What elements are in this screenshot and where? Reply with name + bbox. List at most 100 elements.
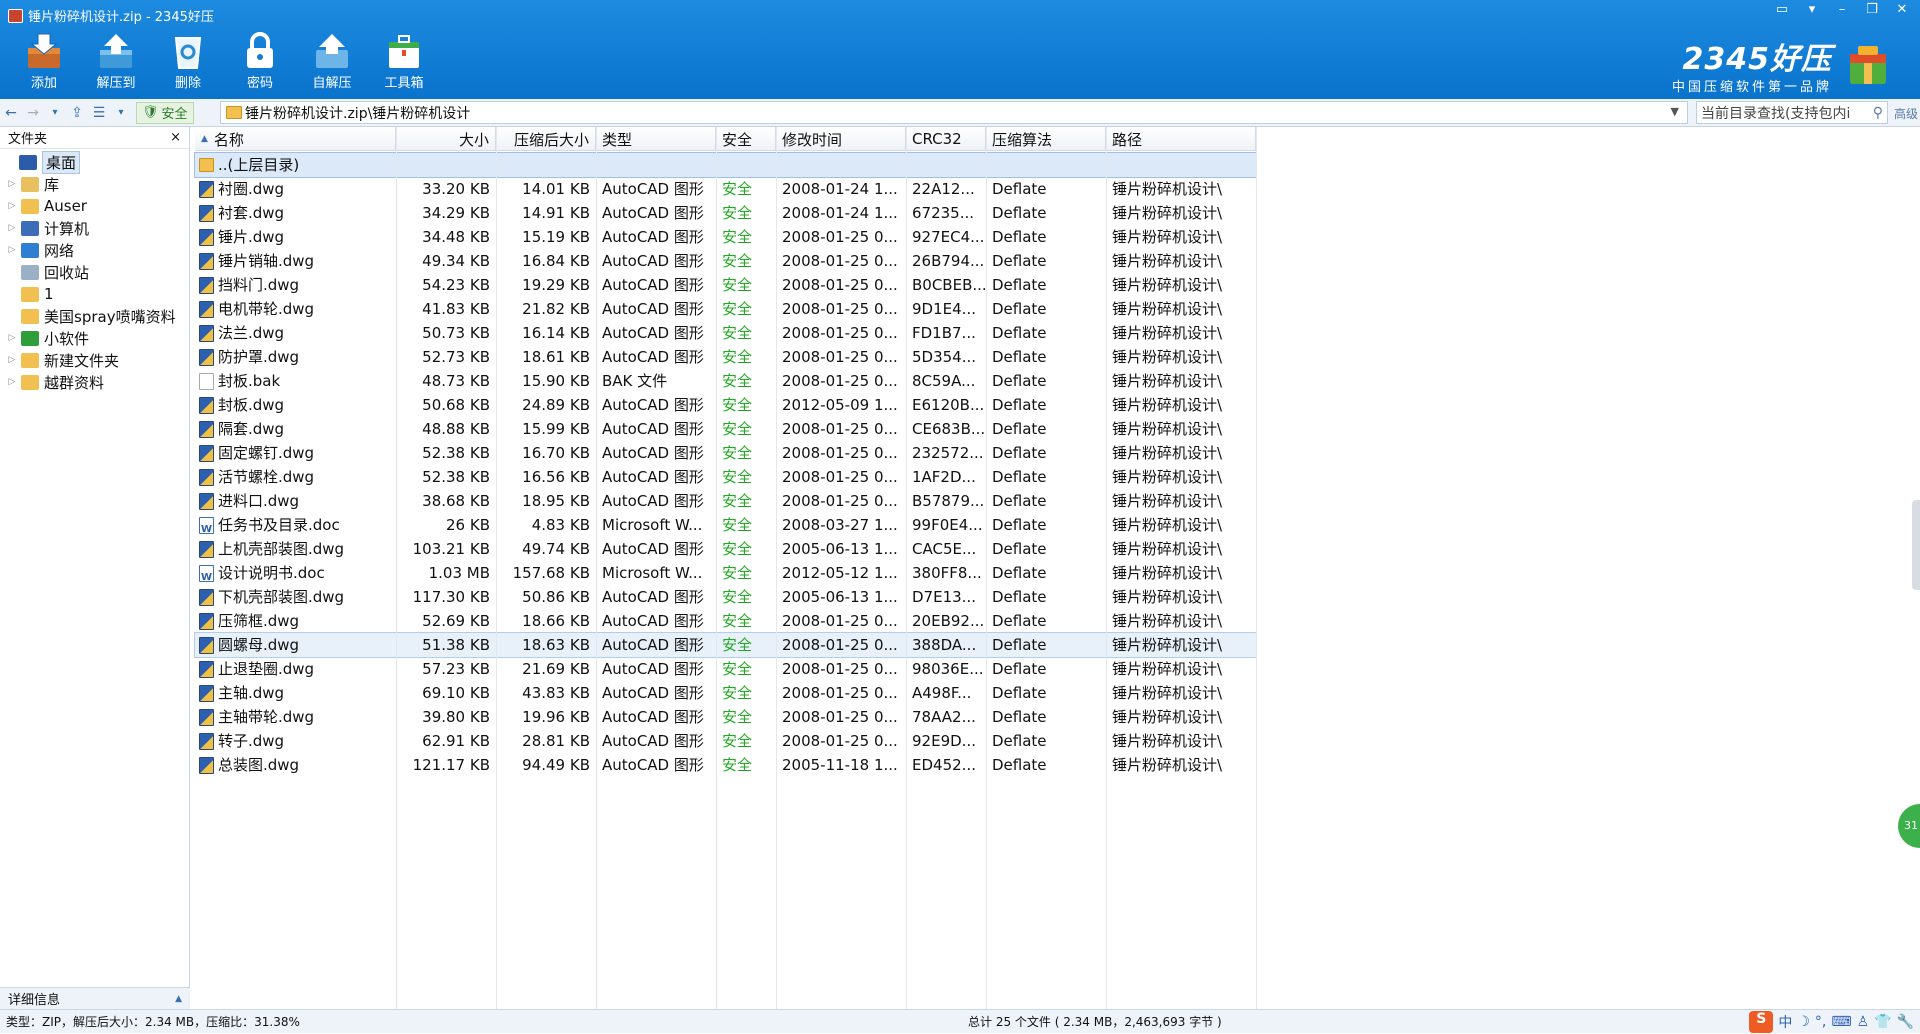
column-header-cell[interactable]: CRC32 [906, 127, 986, 151]
advanced-search-link[interactable]: 高级 [1894, 105, 1918, 122]
sidebar-item[interactable]: ▷ Auser [0, 195, 189, 217]
chat-icon[interactable]: ▭ [1774, 2, 1790, 17]
path-cell: 锤片粉碎机设计\ [1112, 348, 1223, 366]
add-button[interactable]: 添加 [22, 28, 66, 91]
table-row[interactable]: 进料口.dwg 38.68 KB 18.95 KB AutoCAD 图形 安全 2008-… [195, 489, 1256, 513]
column-header-cell[interactable]: 压缩后大小 [496, 127, 596, 151]
name-cell: 圆螺母.dwg [195, 633, 396, 657]
column-header-label: 修改时间 [782, 130, 843, 149]
sogou-logo-icon[interactable]: S [1749, 1011, 1774, 1033]
parent-directory-row[interactable]: ..(上层目录) [194, 152, 1257, 178]
security-button[interactable]: 🛡 安全 [136, 101, 194, 124]
column-header-cell[interactable]: 大小 [396, 127, 496, 151]
table-row[interactable]: 主轴.dwg 69.10 KB 43.83 KB AutoCAD 图形 安全 2008-0… [195, 681, 1256, 705]
table-row[interactable]: 防护罩.dwg 52.73 KB 18.61 KB AutoCAD 图形 安全 2008-… [195, 345, 1256, 369]
dwg-file-icon [199, 660, 214, 678]
modified-cell: 2008-01-25 0... [782, 636, 898, 654]
table-row[interactable]: 下机壳部装图.dwg 117.30 KB 50.86 KB AutoCAD 图形 安全 2… [195, 585, 1256, 609]
view-list-icon[interactable]: ☰ [88, 102, 110, 124]
minimize-icon[interactable]: – [1834, 2, 1850, 17]
table-row[interactable]: 挡料门.dwg 54.23 KB 19.29 KB AutoCAD 图形 安全 2008-… [195, 273, 1256, 297]
sidebar-item[interactable]: 美国spray喷嘴资料 [0, 305, 189, 327]
table-row[interactable]: 法兰.dwg 50.73 KB 16.14 KB AutoCAD 图形 安全 2008-0… [195, 321, 1256, 345]
extract-to-button[interactable]: 解压到 [94, 28, 138, 91]
shield-icon: 🛡 [142, 105, 159, 120]
table-row[interactable]: 封板.bak 48.73 KB 15.90 KB BAK 文件 安全 2008-01-25… [195, 369, 1256, 393]
search-input[interactable]: 当前目录查找(支持包内i ⚲ [1696, 101, 1888, 124]
details-panel-toggle[interactable]: 详细信息 ▲ [0, 987, 190, 1009]
table-row[interactable]: 封板.dwg 50.68 KB 24.89 KB AutoCAD 图形 安全 2012-0… [195, 393, 1256, 417]
table-row[interactable]: 活节螺栓.dwg 52.38 KB 16.56 KB AutoCAD 图形 安全 2008… [195, 465, 1256, 489]
sidebar-item[interactable]: ▷ 计算机 [0, 217, 189, 239]
path-cell: 锤片粉碎机设计\ [1112, 204, 1223, 222]
sidebar-item[interactable]: ▷ 网络 [0, 239, 189, 261]
table-row[interactable]: 电机带轮.dwg 41.83 KB 21.82 KB AutoCAD 图形 安全 2008… [195, 297, 1256, 321]
close-icon[interactable]: ✕ [1894, 2, 1910, 17]
method-cell: Deflate [992, 228, 1047, 246]
sidebar-item[interactable]: ▷ 小软件 [0, 327, 189, 349]
keyboard-icon[interactable]: ⌨ [1831, 1014, 1851, 1030]
expand-arrow-icon[interactable]: ▷ [6, 223, 18, 233]
user-icon[interactable]: ♙ [1857, 1014, 1870, 1030]
edge-handle[interactable] [1912, 500, 1920, 590]
column-header-cell[interactable]: 压缩算法 [986, 127, 1106, 151]
table-row[interactable]: 任务书及目录.doc 26 KB 4.83 KB Microsoft W... 安全 20… [195, 513, 1256, 537]
table-row[interactable]: 圆螺母.dwg 51.38 KB 18.63 KB AutoCAD 图形 安全 2008-… [194, 632, 1257, 658]
delete-button[interactable]: 删除 [166, 28, 210, 91]
table-row[interactable]: 固定螺钉.dwg 52.38 KB 16.70 KB AutoCAD 图形 安全 2008… [195, 441, 1256, 465]
name-cell: 封板.bak [195, 369, 396, 393]
password-button[interactable]: 密码 [238, 28, 282, 91]
back-arrow-icon[interactable]: ← [0, 102, 22, 124]
table-row[interactable]: 隔套.dwg 48.88 KB 15.99 KB AutoCAD 图形 安全 2008-0… [195, 417, 1256, 441]
table-row[interactable]: 设计说明书.doc 1.03 MB 157.68 KB Microsoft W... 安… [195, 561, 1256, 585]
expand-arrow-icon[interactable]: ▷ [6, 201, 18, 211]
menu-icon[interactable]: ▾ [1804, 2, 1820, 17]
sidebar-item[interactable]: ▷ 库 [0, 173, 189, 195]
restore-icon[interactable]: ❐ [1864, 2, 1880, 17]
sidebar-item[interactable]: 桌面 [0, 150, 189, 174]
table-row[interactable]: 压筛框.dwg 52.69 KB 18.66 KB AutoCAD 图形 安全 2008-… [195, 609, 1256, 633]
column-header-cell[interactable]: 路径 [1106, 127, 1256, 151]
up-folder-icon[interactable]: ⇪ [66, 102, 88, 124]
expand-arrow-icon[interactable]: ▷ [6, 377, 18, 387]
table-row[interactable]: 衬圈.dwg 33.20 KB 14.01 KB AutoCAD 图形 安全 2008-0… [195, 177, 1256, 201]
search-icon[interactable]: ⚲ [1873, 105, 1883, 121]
table-row[interactable]: 衬套.dwg 34.29 KB 14.91 KB AutoCAD 图形 安全 2008-0… [195, 201, 1256, 225]
method-cell: Deflate [992, 252, 1047, 270]
table-row[interactable]: 上机壳部装图.dwg 103.21 KB 49.74 KB AutoCAD 图形 安全 2… [195, 537, 1256, 561]
column-header-cell[interactable]: ▲ 名称 [195, 127, 396, 151]
table-row[interactable]: 总装图.dwg 121.17 KB 94.49 KB AutoCAD 图形 安全 2005… [195, 753, 1256, 777]
table-row[interactable]: 止退垫圈.dwg 57.23 KB 21.69 KB AutoCAD 图形 安全 2008… [195, 657, 1256, 681]
moon-icon[interactable]: ☽ [1797, 1014, 1810, 1030]
sidebar-item[interactable]: 回收站 [0, 261, 189, 283]
wrench-icon[interactable]: 🔧 [1897, 1014, 1914, 1030]
forward-arrow-icon[interactable]: → [22, 102, 44, 124]
column-header-cell[interactable]: 安全 [716, 127, 776, 151]
sidebar-close-icon[interactable]: × [170, 130, 181, 145]
toolbox-button[interactable]: 工具箱 [382, 28, 426, 91]
expand-arrow-icon[interactable]: ▷ [6, 333, 18, 343]
expand-arrow-icon[interactable]: ▷ [6, 179, 18, 189]
expand-arrow-icon[interactable]: ▷ [6, 355, 18, 365]
sidebar-item[interactable]: ▷ 新建文件夹 [0, 349, 189, 371]
table-row[interactable]: 主轴带轮.dwg 39.80 KB 19.96 KB AutoCAD 图形 安全 2008… [195, 705, 1256, 729]
table-row[interactable]: 锤片销轴.dwg 49.34 KB 16.84 KB AutoCAD 图形 安全 2008… [195, 249, 1256, 273]
history-dropdown-icon[interactable]: ▾ [44, 102, 66, 124]
packed-size-cell: 49.74 KB [522, 540, 590, 558]
self-extract-button[interactable]: 自解压 [310, 28, 354, 91]
shirt-icon[interactable]: 👕 [1874, 1014, 1891, 1030]
ime-mode[interactable]: 中 [1778, 1012, 1792, 1032]
sidebar-item[interactable]: ▷ 越群资料 [0, 371, 189, 393]
punct-icon[interactable]: °, [1815, 1014, 1826, 1030]
expand-arrow-icon[interactable]: ▷ [6, 245, 18, 255]
path-dropdown-icon[interactable]: ▼ [1671, 105, 1679, 118]
column-header-cell[interactable]: 修改时间 [776, 127, 906, 151]
safety-cell: 安全 [722, 252, 753, 270]
table-row[interactable]: 转子.dwg 62.91 KB 28.81 KB AutoCAD 图形 安全 2008-0… [195, 729, 1256, 753]
column-header-cell[interactable]: 类型 [596, 127, 716, 151]
table-row[interactable]: 锤片.dwg 34.48 KB 15.19 KB AutoCAD 图形 安全 2008-0… [195, 225, 1256, 249]
safety-cell: 安全 [722, 324, 753, 342]
view-dropdown-icon[interactable]: ▾ [110, 102, 132, 124]
path-field[interactable]: 锤片粉碎机设计.zip\锤片粉碎机设计 ▼ [220, 101, 1688, 124]
sidebar-item[interactable]: 1 [0, 283, 189, 305]
